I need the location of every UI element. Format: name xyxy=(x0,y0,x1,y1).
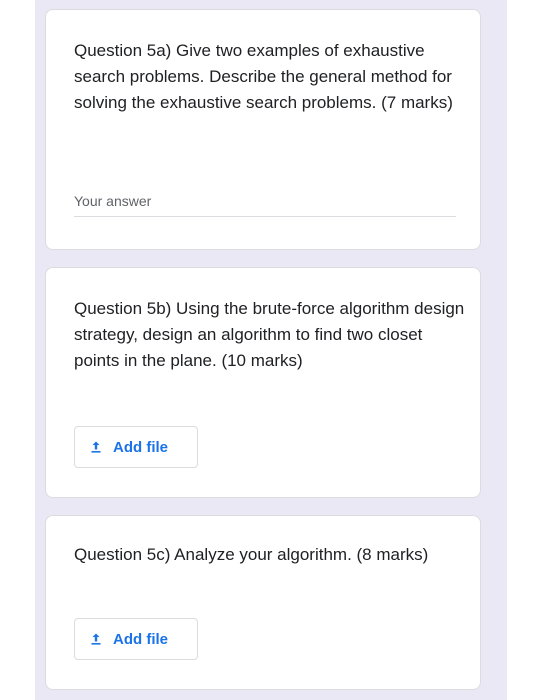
question-card-5b: Question 5b) Using the brute-force algor… xyxy=(45,267,481,498)
question-card-5a: Question 5a) Give two examples of exhaus… xyxy=(45,9,481,250)
add-file-button-5c[interactable]: Add file xyxy=(74,618,198,660)
form-background: Question 5a) Give two examples of exhaus… xyxy=(35,0,507,700)
upload-icon xyxy=(91,633,101,645)
answer-input-5a[interactable] xyxy=(74,186,456,217)
add-file-label-5c: Add file xyxy=(113,630,168,648)
add-file-button-5b[interactable]: Add file xyxy=(74,426,198,468)
question-text-5c: Question 5c) Analyze your algorithm. (8 … xyxy=(74,545,429,564)
question-text-5a: Question 5a) Give two examples of exhaus… xyxy=(74,41,453,112)
add-file-label-5b: Add file xyxy=(113,438,168,456)
question-card-5c: Question 5c) Analyze your algorithm. (8 … xyxy=(45,515,481,690)
upload-icon xyxy=(91,441,101,453)
question-text-5b: Question 5b) Using the brute-force algor… xyxy=(74,299,465,370)
